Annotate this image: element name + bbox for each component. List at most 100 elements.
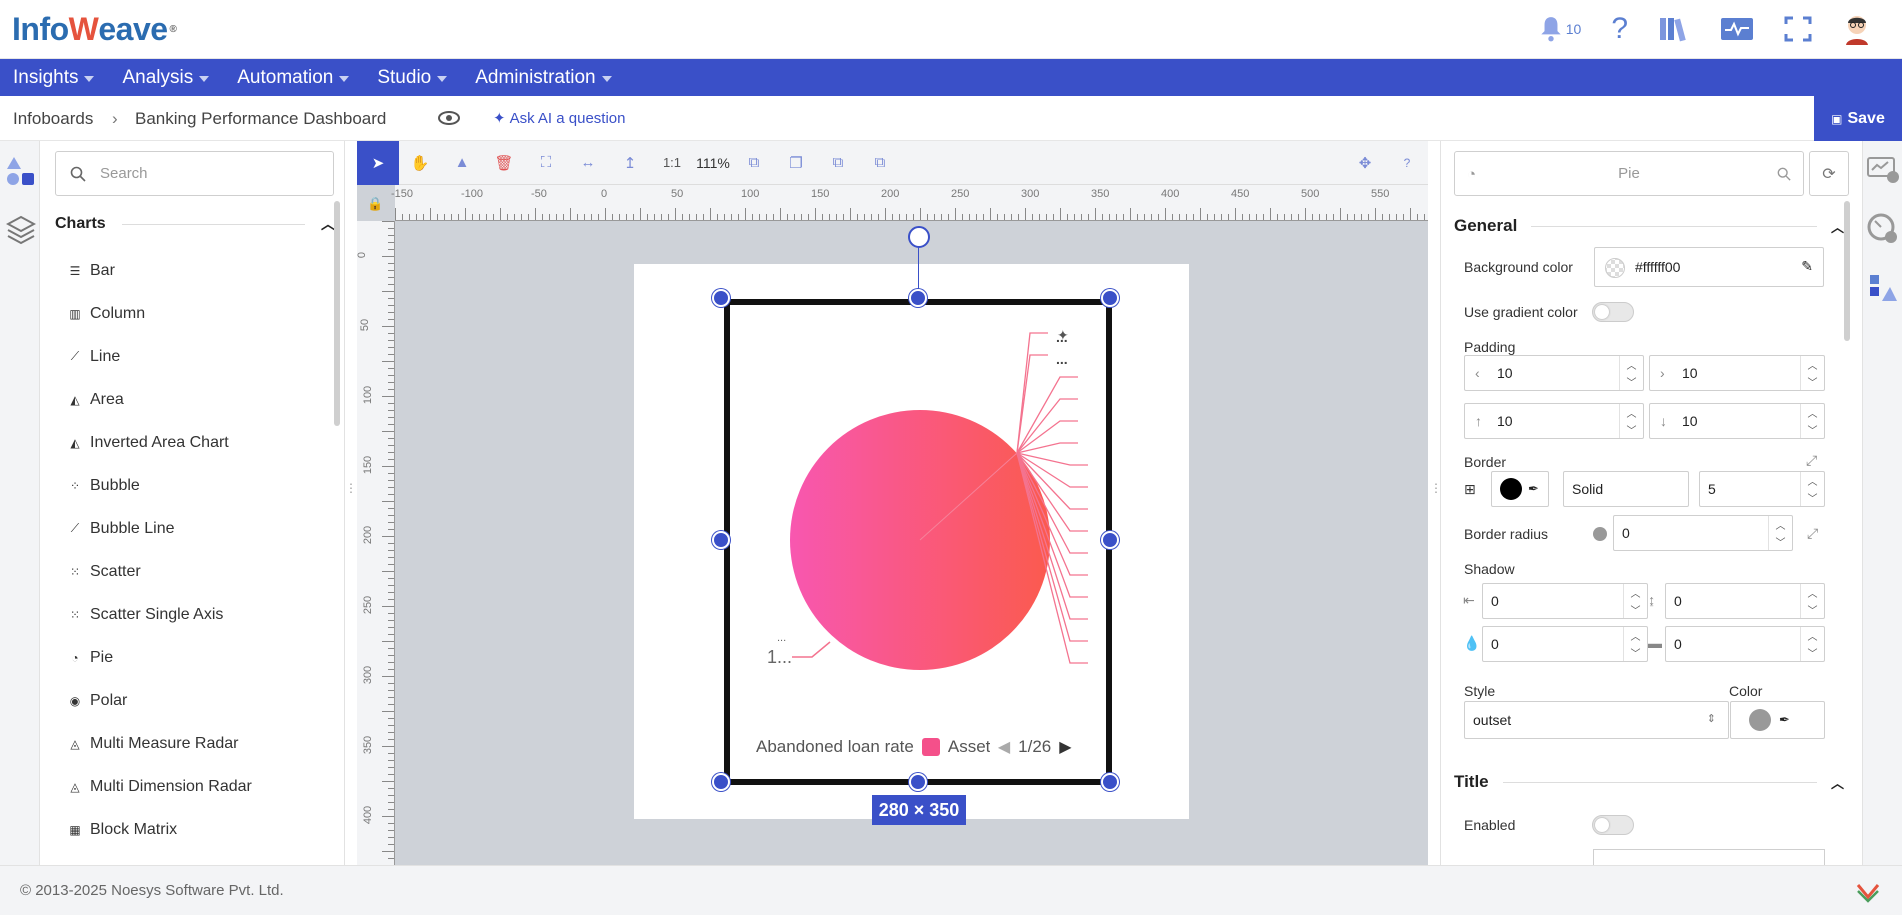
bring-forward-button[interactable]: ⧉	[733, 141, 775, 185]
title-section-header[interactable]: Title ︿	[1454, 772, 1844, 792]
general-section-header[interactable]: General ︿	[1454, 216, 1844, 236]
actual-size-button[interactable]: 1:1	[651, 141, 693, 185]
chart-item-bar[interactable]: ☰ Bar	[68, 249, 318, 292]
move-button[interactable]: ✥	[1344, 141, 1386, 185]
stepper[interactable]: ︿ ﹀	[1800, 472, 1824, 506]
border-width-input[interactable]: 5 ︿ ﹀	[1699, 471, 1825, 507]
stepper[interactable]: ︿ ﹀	[1800, 627, 1824, 661]
resize-handle-bottom-left[interactable]	[712, 773, 730, 791]
rotate-handle[interactable]	[908, 226, 930, 248]
fullscreen-button[interactable]	[1784, 16, 1812, 42]
chart-item-bubble[interactable]: ⁘ Bubble	[68, 464, 318, 507]
shadow-style-select[interactable]: outset ⇕	[1464, 701, 1729, 739]
fit-height-button[interactable]: ↥	[609, 141, 651, 185]
menu-studio[interactable]: Studio	[377, 67, 448, 89]
chart-item-line[interactable]: ⟋ Line	[68, 335, 318, 378]
chart-item-column[interactable]: ▥ Column	[68, 292, 318, 335]
chart-item-block-matrix[interactable]: ▦ Block Matrix	[68, 808, 318, 851]
resize-handle-top[interactable]	[909, 289, 927, 307]
resize-handle-bottom[interactable]	[909, 773, 927, 791]
user-avatar[interactable]	[1842, 13, 1872, 45]
zoom-level[interactable]: 111%	[693, 141, 733, 185]
gauge-settings-icon[interactable]	[1867, 213, 1899, 245]
stepper[interactable]: ︿ ﹀	[1800, 356, 1824, 390]
eyedropper-icon[interactable]: ✒	[1528, 481, 1539, 497]
send-backward-button[interactable]: ❐	[775, 141, 817, 185]
menu-administration[interactable]: Administration	[475, 67, 612, 89]
pencil-icon[interactable]: ✎	[1801, 258, 1813, 275]
fit-button[interactable]: ⛶	[525, 141, 567, 185]
app-logo[interactable]: Info Weave ®	[12, 8, 177, 50]
pie-chart-widget[interactable]: ✦ ... 1... ... ... Abandoned loan rate A…	[724, 299, 1112, 785]
legend-item-asset[interactable]: Asset	[948, 737, 990, 757]
format-shapes-icon[interactable]	[1868, 273, 1898, 305]
left-splitter-handle[interactable]: ⋮	[345, 481, 357, 495]
eyedropper-icon[interactable]: ✒	[1779, 712, 1790, 728]
stepper[interactable]: ︿ ﹀	[1768, 516, 1792, 550]
shadow-color-picker[interactable]: ✒	[1730, 701, 1825, 739]
legend-next-icon[interactable]: ▶	[1059, 737, 1071, 757]
chart-item-inverted-area-chart[interactable]: ◭ Inverted Area Chart	[68, 421, 318, 464]
breadcrumb-root[interactable]: Infoboards	[13, 109, 93, 129]
chart-settings-icon[interactable]	[1866, 155, 1900, 185]
chart-item-area[interactable]: ◭ Area	[68, 378, 318, 421]
properties-scrollbar[interactable]	[1844, 201, 1850, 341]
ask-ai-button[interactable]: ✦ Ask AI a question	[493, 109, 625, 128]
shapes-tool-button[interactable]: ▲	[441, 141, 483, 185]
chart-item-polar[interactable]: ◉ Polar	[68, 679, 318, 722]
stepper[interactable]: ︿ ﹀	[1800, 584, 1824, 618]
panel-scrollbar[interactable]	[334, 201, 340, 426]
stepper[interactable]: ︿ ﹀	[1619, 356, 1643, 390]
help-button[interactable]: ?	[1611, 12, 1628, 46]
border-color-picker[interactable]: ✒	[1491, 471, 1549, 507]
menu-analysis[interactable]: Analysis	[122, 67, 210, 89]
monitor-button[interactable]	[1720, 16, 1754, 42]
menu-automation[interactable]: Automation	[237, 67, 350, 89]
resize-handle-top-left[interactable]	[712, 289, 730, 307]
bring-front-button[interactable]: ⧉	[817, 141, 859, 185]
padding-right-input[interactable]: › 10 ︿ ﹀	[1649, 355, 1825, 391]
chart-item-multi-dimension-radar[interactable]: ◬ Multi Dimension Radar	[68, 765, 318, 808]
border-sides-icon[interactable]: ⊞	[1464, 481, 1476, 498]
fit-width-button[interactable]: ↔	[567, 141, 609, 185]
preview-eye-icon[interactable]	[438, 110, 460, 126]
stepper[interactable]: ︿ ﹀	[1619, 404, 1643, 438]
properties-search[interactable]: ◔ Pie	[1454, 151, 1804, 196]
notifications-button[interactable]: 10	[1538, 15, 1581, 43]
title-enabled-toggle[interactable]	[1592, 815, 1634, 835]
resize-handle-top-right[interactable]	[1101, 289, 1119, 307]
chart-item-pie[interactable]: ◔ Pie	[68, 636, 318, 679]
lock-icon[interactable]: 🔒	[367, 196, 383, 212]
shapes-icon[interactable]	[6, 155, 36, 187]
border-radius-input[interactable]: 0 ︿ ﹀	[1613, 515, 1793, 551]
layers-icon[interactable]	[6, 215, 36, 245]
select-tool-button[interactable]: ➤	[357, 140, 399, 185]
stepper[interactable]: ︿ ﹀	[1623, 584, 1647, 618]
resize-handle-right[interactable]	[1101, 531, 1119, 549]
shadow-y-input[interactable]: 0 ︿ ﹀	[1665, 583, 1825, 619]
chart-item-scatter[interactable]: ⁙ Scatter	[68, 550, 318, 593]
resize-handle-bottom-right[interactable]	[1101, 773, 1119, 791]
title-text-input[interactable]	[1593, 849, 1825, 865]
charts-section-header[interactable]: Charts ︿	[55, 214, 335, 234]
help-canvas-button[interactable]: ?	[1386, 141, 1428, 185]
refresh-button[interactable]: ⟳	[1809, 151, 1849, 196]
library-button[interactable]	[1658, 15, 1690, 43]
resize-handle-left[interactable]	[712, 531, 730, 549]
shadow-x-input[interactable]: 0 ︿ ﹀	[1482, 583, 1648, 619]
stepper[interactable]: ︿ ﹀	[1800, 404, 1824, 438]
gradient-toggle[interactable]	[1592, 302, 1634, 322]
delete-button[interactable]: 🗑	[483, 141, 525, 185]
expand-icon[interactable]: ⤢	[1806, 452, 1817, 469]
send-back-button[interactable]: ⧉	[859, 141, 901, 185]
background-color-input[interactable]: #ffffff00 ✎	[1594, 247, 1824, 287]
palette-search-input[interactable]: Search	[55, 151, 334, 196]
border-style-select[interactable]: Solid	[1563, 471, 1689, 507]
stepper[interactable]: ︿ ﹀	[1623, 627, 1647, 661]
chart-item-multi-measure-radar[interactable]: ◬ Multi Measure Radar	[68, 722, 318, 765]
chart-item-bubble-line[interactable]: ⟋ Bubble Line	[68, 507, 318, 550]
chart-item-scatter-single-axis[interactable]: ⁙ Scatter Single Axis	[68, 593, 318, 636]
padding-bottom-input[interactable]: ↓ 10 ︿ ﹀	[1649, 403, 1825, 439]
pan-tool-button[interactable]: ✋	[399, 141, 441, 185]
expand-icon[interactable]: ⤢	[1807, 525, 1818, 542]
